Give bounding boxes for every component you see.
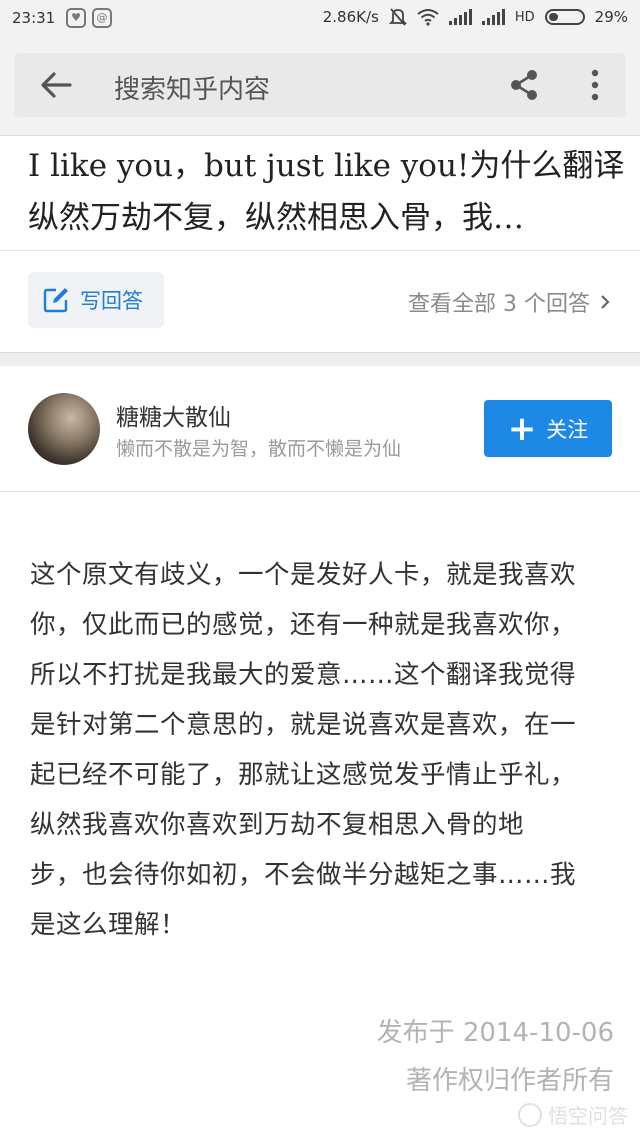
plus-icon: +: [507, 408, 537, 449]
answer-body: 这个原文有歧义，一个是发好人卡，就是我喜欢 你，仅此而已的感觉，还有一种就是我喜…: [30, 550, 616, 950]
status-time: 23:31: [12, 9, 56, 27]
watermark-text: 悟空问答: [548, 1104, 628, 1128]
answer-line: 这个原文有歧义，一个是发好人卡，就是我喜欢: [30, 560, 577, 590]
notification-icons: ♥ @: [66, 8, 112, 28]
app-notification-icon: @: [92, 8, 112, 28]
write-answer-label: 写回答: [80, 289, 143, 313]
author-bio: 懒而不散是为智，散而不懒是为仙: [116, 438, 402, 460]
network-type: HD: [514, 9, 535, 25]
divider: [0, 491, 640, 492]
share-button[interactable]: [504, 65, 544, 105]
share-icon: [511, 70, 537, 100]
back-button[interactable]: [36, 67, 76, 103]
write-answer-button[interactable]: 写回答: [28, 272, 164, 328]
more-vertical-icon: [591, 69, 599, 101]
battery-icon: [544, 9, 585, 25]
view-all-answers-link[interactable]: 查看全部 3 个回答: [408, 286, 610, 318]
more-options-button[interactable]: [580, 65, 610, 105]
answer-line: 是这么理解！: [30, 910, 187, 940]
divider: [0, 250, 640, 251]
status-indicators: 2.86K/s HD 29%: [323, 7, 628, 27]
follow-button[interactable]: + 关注: [484, 400, 612, 457]
signal-icon: [448, 9, 472, 25]
avatar[interactable]: [28, 393, 100, 465]
view-all-label: 查看全部 3 个回答: [408, 292, 590, 317]
answer-line: 起已经不可能了，那就让这感觉发乎情止乎礼，: [30, 760, 577, 790]
copyright-notice: 著作权归作者所有: [405, 1066, 614, 1096]
edit-icon: [43, 288, 68, 313]
publish-date: 发布于 2014-10-06: [376, 1018, 614, 1048]
question-title[interactable]: I like you，but just like you!为什么翻译 纵然万劫不…: [28, 140, 628, 248]
section-separator: [0, 352, 640, 366]
question-title-line: I like you，but just like you!为什么翻译: [28, 148, 625, 184]
answer-line: 是针对第二个意思的，就是说喜欢是喜欢，在一: [30, 710, 577, 740]
status-bar: 23:31 ♥ @ 2.86K/s HD 29%: [0, 0, 640, 36]
answer-line: 你，仅此而已的感觉，还有一种就是我喜欢你，: [30, 610, 577, 640]
wifi-icon: [417, 9, 439, 26]
chevron-right-icon: [601, 295, 610, 309]
search-bar[interactable]: 搜索知乎内容: [14, 53, 626, 117]
signal-icon-2: [481, 9, 505, 25]
watermark: 悟空问答: [518, 1100, 628, 1129]
mute-bell-icon: [388, 8, 407, 26]
search-input[interactable]: 搜索知乎内容: [114, 69, 270, 106]
answer-line: 所以不打扰是我最大的爱意……这个翻译我觉得: [30, 660, 577, 690]
app-header: 搜索知乎内容: [0, 36, 640, 136]
answer-line: 步，也会待你如初，不会做半分越矩之事……我: [30, 860, 577, 890]
wukong-logo-icon: [518, 1102, 542, 1127]
battery-percent: 29%: [594, 8, 628, 26]
battery-fill: [548, 13, 558, 21]
follow-label: 关注: [546, 417, 589, 442]
weibo-notification-icon: ♥: [66, 8, 86, 28]
question-title-line: 纵然万劫不复，纵然相思入骨，我…: [28, 200, 524, 236]
arrow-left-icon: [41, 72, 72, 98]
answer-line: 纵然我喜欢你喜欢到万劫不复相思入骨的地: [30, 810, 525, 840]
author-name[interactable]: 糖糖大散仙: [116, 398, 231, 432]
network-speed: 2.86K/s: [322, 8, 379, 26]
